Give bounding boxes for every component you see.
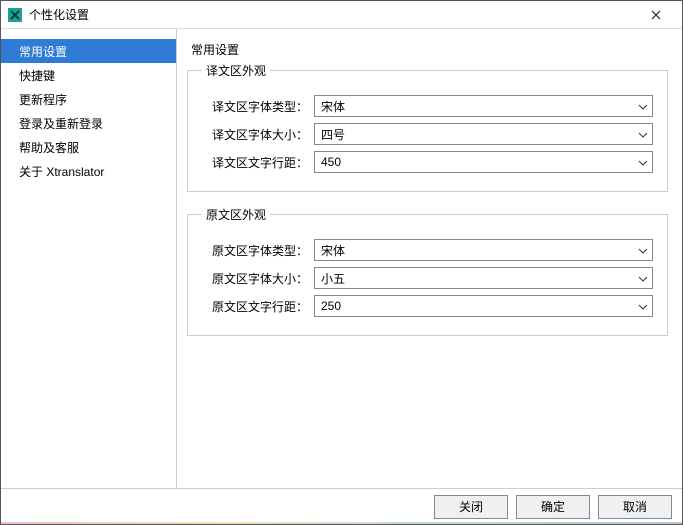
close-button[interactable]: 关闭 xyxy=(434,495,508,519)
select-value: 四号 xyxy=(321,126,345,143)
select-source-font-type[interactable]: 宋体 xyxy=(314,239,653,261)
select-value: 小五 xyxy=(321,270,345,287)
select-value: 450 xyxy=(321,155,341,169)
window-close-button[interactable] xyxy=(636,1,676,29)
sidebar-item-label: 关于 Xtranslator xyxy=(19,163,104,180)
sidebar-item-common-settings[interactable]: 常用设置 xyxy=(1,39,176,63)
sidebar: 常用设置 快捷键 更新程序 登录及重新登录 帮助及客服 关于 Xtranslat… xyxy=(1,29,177,488)
button-label: 取消 xyxy=(623,498,647,515)
main-panel: 常用设置 译文区外观 译文区字体类型： 宋体 译文区字体大小： 四号 xyxy=(177,29,682,488)
chevron-down-icon xyxy=(638,299,648,313)
group-legend: 译文区外观 xyxy=(202,62,270,79)
titlebar: 个性化设置 xyxy=(1,1,682,29)
chevron-down-icon xyxy=(638,243,648,257)
decorative-bottom-edge xyxy=(1,522,682,524)
select-translation-font-size[interactable]: 四号 xyxy=(314,123,653,145)
select-source-line-spacing[interactable]: 250 xyxy=(314,295,653,317)
select-translation-font-type[interactable]: 宋体 xyxy=(314,95,653,117)
sidebar-item-updater[interactable]: 更新程序 xyxy=(1,87,176,111)
chevron-down-icon xyxy=(638,271,648,285)
app-icon xyxy=(7,7,23,23)
sidebar-item-label: 更新程序 xyxy=(19,91,67,108)
window-title: 个性化设置 xyxy=(29,6,89,23)
close-icon xyxy=(651,10,661,20)
button-label: 关闭 xyxy=(459,498,483,515)
sidebar-item-shortcuts[interactable]: 快捷键 xyxy=(1,63,176,87)
footer: 关闭 确定 取消 xyxy=(1,488,682,524)
select-value: 宋体 xyxy=(321,98,345,115)
label-translation-font-type: 译文区字体类型： xyxy=(202,98,314,115)
section-title: 常用设置 xyxy=(191,41,668,58)
sidebar-item-label: 常用设置 xyxy=(19,43,67,60)
sidebar-item-label: 登录及重新登录 xyxy=(19,115,103,132)
sidebar-item-label: 帮助及客服 xyxy=(19,139,79,156)
label-translation-line-spacing: 译文区文字行距： xyxy=(202,154,314,171)
group-legend: 原文区外观 xyxy=(202,206,270,223)
sidebar-item-help[interactable]: 帮助及客服 xyxy=(1,135,176,159)
select-source-font-size[interactable]: 小五 xyxy=(314,267,653,289)
select-value: 宋体 xyxy=(321,242,345,259)
group-source-appearance: 原文区外观 原文区字体类型： 宋体 原文区字体大小： 小五 xyxy=(187,206,668,336)
sidebar-item-label: 快捷键 xyxy=(19,67,55,84)
label-source-font-size: 原文区字体大小： xyxy=(202,270,314,287)
sidebar-item-about[interactable]: 关于 Xtranslator xyxy=(1,159,176,183)
label-source-line-spacing: 原文区文字行距： xyxy=(202,298,314,315)
button-label: 确定 xyxy=(541,498,565,515)
ok-button[interactable]: 确定 xyxy=(516,495,590,519)
sidebar-item-login[interactable]: 登录及重新登录 xyxy=(1,111,176,135)
select-translation-line-spacing[interactable]: 450 xyxy=(314,151,653,173)
select-value: 250 xyxy=(321,299,341,313)
group-translation-appearance: 译文区外观 译文区字体类型： 宋体 译文区字体大小： 四号 xyxy=(187,62,668,192)
cancel-button[interactable]: 取消 xyxy=(598,495,672,519)
chevron-down-icon xyxy=(638,99,648,113)
label-source-font-type: 原文区字体类型： xyxy=(202,242,314,259)
chevron-down-icon xyxy=(638,127,648,141)
chevron-down-icon xyxy=(638,155,648,169)
label-translation-font-size: 译文区字体大小： xyxy=(202,126,314,143)
